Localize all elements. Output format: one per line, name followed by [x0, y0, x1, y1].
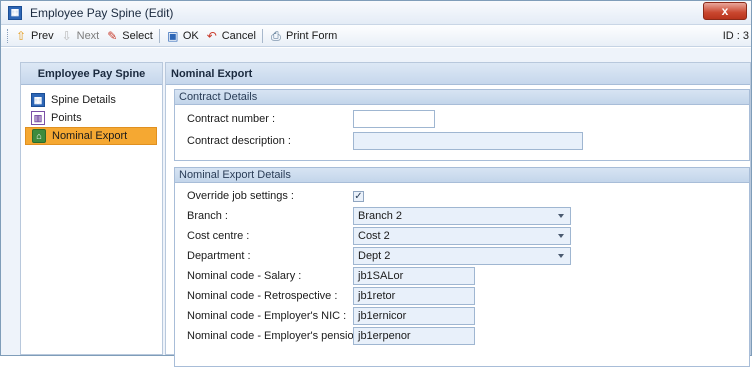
nav-item-label: Spine Details [51, 94, 116, 106]
nominal-export-icon: ⌂ [32, 129, 46, 143]
nav-header: Employee Pay Spine [21, 63, 162, 85]
chevron-down-icon [558, 254, 564, 258]
override-checkbox[interactable]: ✓ [353, 190, 364, 202]
nic-code-row: Nominal code - Employer's NIC : jb1ernic… [175, 306, 749, 326]
spine-icon: ▦ [8, 5, 22, 20]
nav-item-spine-details[interactable]: ▦ Spine Details [25, 91, 157, 109]
select-button[interactable]: ✎ Select [105, 29, 153, 43]
nav-item-label: Nominal Export [52, 130, 128, 142]
cost-centre-label: Cost centre : [187, 230, 250, 242]
select-icon: ✎ [107, 28, 118, 43]
override-row: Override job settings : ✓ [175, 186, 749, 206]
contract-number-label: Contract number : [187, 113, 276, 125]
toolbar-grip[interactable] [7, 28, 10, 43]
override-label: Override job settings : [187, 190, 294, 202]
prev-label: Prev [31, 29, 54, 42]
title-bar: ▦ Employee Pay Spine (Edit) x [1, 1, 751, 25]
content-panel: Nominal Export Contract Details Contract… [165, 62, 751, 367]
nic-code-field[interactable]: jb1ernicor [353, 307, 475, 325]
next-button[interactable]: ⇩ Next [60, 29, 100, 43]
nav-item-label: Points [51, 112, 82, 124]
department-label: Department : [187, 250, 251, 262]
next-label: Next [76, 29, 100, 42]
pension-code-field[interactable]: jb1erpenor [353, 327, 475, 345]
print-form-label: Print Form [285, 29, 338, 42]
contract-description-row: Contract description : [175, 131, 749, 151]
save-icon: ▣ [167, 28, 179, 43]
cost-centre-value: Cost 2 [358, 230, 390, 242]
pension-code-row: Nominal code - Employer's pension : jb1e… [175, 326, 749, 346]
contract-number-row: Contract number : [175, 109, 749, 129]
chevron-down-icon [558, 214, 564, 218]
department-row: Department : Dept 2 [175, 246, 749, 266]
chevron-down-icon [558, 234, 564, 238]
retro-code-label: Nominal code - Retrospective : [187, 290, 338, 302]
nominal-export-details-header: Nominal Export Details [175, 168, 749, 183]
print-form-button[interactable]: ⎙ Print Form [269, 29, 337, 43]
arrow-up-icon: ⇧ [15, 28, 27, 43]
employee-pay-spine-window: ▦ Employee Pay Spine (Edit) x ⇧ Prev ⇩ N… [0, 0, 752, 367]
department-value: Dept 2 [358, 250, 391, 262]
window-title: Employee Pay Spine (Edit) [30, 5, 174, 20]
window-body: Employee Pay Spine ▦ Spine Details ▥ Poi… [1, 48, 751, 367]
contract-details-group: Contract Details Contract number : Contr… [174, 89, 750, 161]
select-label: Select [122, 29, 153, 42]
cancel-label: Cancel [221, 29, 256, 42]
salary-code-label: Nominal code - Salary : [187, 270, 302, 282]
close-icon: x [721, 4, 729, 18]
nav-panel: Employee Pay Spine ▦ Spine Details ▥ Poi… [20, 62, 163, 355]
points-icon: ▥ [31, 111, 45, 125]
branch-row: Branch : Branch 2 [175, 206, 749, 226]
contract-description-label: Contract description : [187, 135, 291, 147]
department-select[interactable]: Dept 2 [353, 247, 571, 265]
salary-code-row: Nominal code - Salary : jb1SALor [175, 266, 749, 286]
nic-code-label: Nominal code - Employer's NIC : [187, 310, 347, 322]
spine-details-icon: ▦ [31, 93, 45, 107]
branch-label: Branch : [187, 210, 228, 222]
toolbar-separator [261, 28, 263, 43]
contract-description-field[interactable] [353, 132, 583, 150]
undo-icon: ↶ [206, 28, 217, 43]
branch-select[interactable]: Branch 2 [353, 207, 571, 225]
pension-code-label: Nominal code - Employer's pension : [187, 330, 366, 342]
contract-number-field[interactable] [353, 110, 435, 128]
retro-code-row: Nominal code - Retrospective : jb1retor [175, 286, 749, 306]
retro-code-field[interactable]: jb1retor [353, 287, 475, 305]
content-title: Nominal Export [166, 63, 750, 85]
nav-item-points[interactable]: ▥ Points [25, 109, 157, 127]
prev-button[interactable]: ⇧ Prev [14, 29, 54, 43]
toolbar: ⇧ Prev ⇩ Next ✎ Select ▣ OK ↶ Cancel ⎙ P… [1, 25, 751, 47]
cost-centre-select[interactable]: Cost 2 [353, 227, 571, 245]
nominal-export-details-group: Nominal Export Details Override job sett… [174, 167, 750, 367]
close-button[interactable]: x [703, 2, 747, 20]
contract-details-header: Contract Details [175, 90, 749, 105]
ok-label: OK [182, 29, 199, 42]
cancel-button[interactable]: ↶ Cancel [205, 29, 256, 43]
cost-centre-row: Cost centre : Cost 2 [175, 226, 749, 246]
toolbar-separator [158, 28, 160, 43]
arrow-down-icon: ⇩ [61, 28, 72, 43]
salary-code-field[interactable]: jb1SALor [353, 267, 475, 285]
branch-value: Branch 2 [358, 210, 403, 222]
nav-item-nominal-export[interactable]: ⌂ Nominal Export [25, 127, 157, 145]
ok-button[interactable]: ▣ OK [166, 29, 199, 43]
print-icon: ⎙ [271, 28, 281, 43]
record-id: ID : 3 [722, 30, 749, 42]
